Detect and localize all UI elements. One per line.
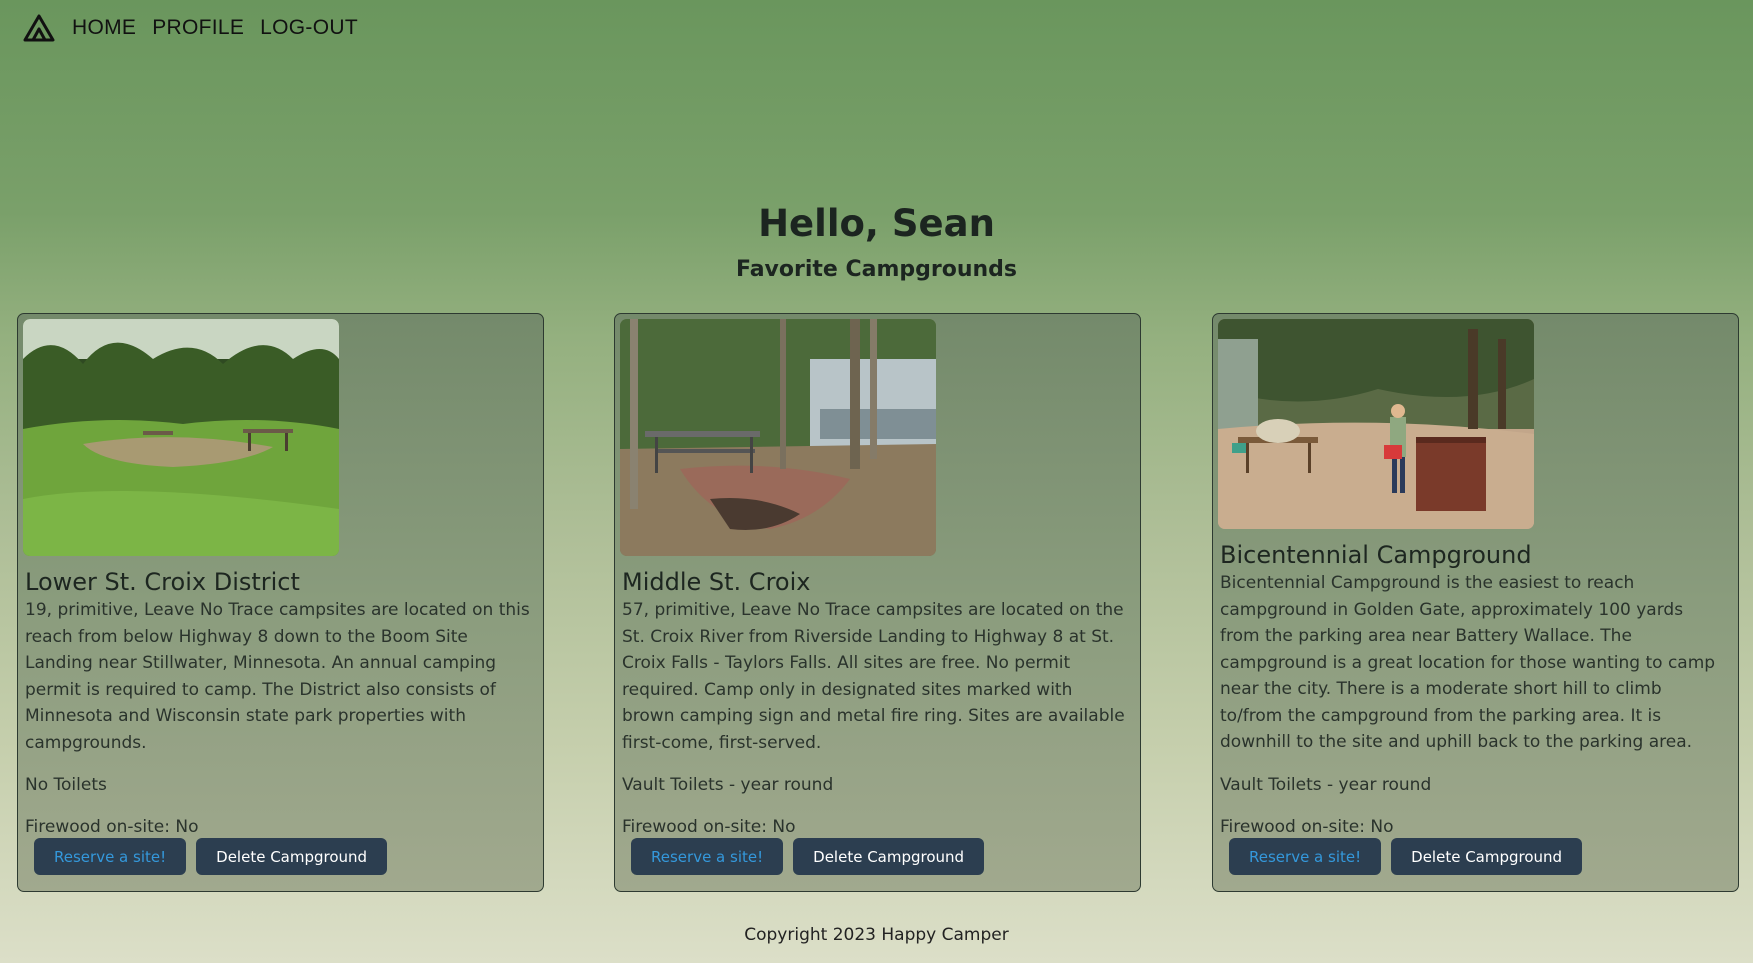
top-nav: HOME PROFILE LOG-OUT bbox=[22, 8, 358, 48]
campground-name: Middle St. Croix bbox=[622, 568, 811, 596]
greeting-heading: Hello, Sean bbox=[758, 202, 995, 245]
nav-home-link[interactable]: HOME bbox=[72, 8, 136, 48]
campground-description: 19, primitive, Leave No Trace campsites … bbox=[25, 600, 530, 753]
firewood-info: Firewood on-site: No bbox=[1220, 816, 1394, 837]
firewood-info: Firewood on-site: No bbox=[622, 817, 796, 837]
delete-campground-button[interactable]: Delete Campground bbox=[1391, 838, 1583, 875]
campground-description: Bicentennial Campground is the easiest t… bbox=[1220, 573, 1716, 752]
campground-name: Bicentennial Campground bbox=[1220, 541, 1532, 569]
campground-photo bbox=[620, 319, 936, 556]
card-actions: Reserve a site! Delete Campground bbox=[34, 838, 388, 875]
campground-card: Bicentennial Campground Bicentennial Cam… bbox=[1212, 313, 1739, 892]
nav-logout-link[interactable]: LOG-OUT bbox=[260, 8, 358, 48]
campground-name: Lower St. Croix District bbox=[25, 568, 300, 596]
card-actions: Reserve a site! Delete Campground bbox=[631, 838, 985, 875]
delete-campground-button[interactable]: Delete Campground bbox=[196, 838, 388, 875]
reserve-site-button[interactable]: Reserve a site! bbox=[631, 838, 784, 875]
campground-photo bbox=[23, 319, 339, 556]
copyright-footer: Copyright 2023 Happy Camper bbox=[744, 925, 1009, 945]
toilets-info: No Toilets bbox=[25, 775, 107, 795]
campground-photo bbox=[1218, 319, 1534, 529]
card-actions: Reserve a site! Delete Campground bbox=[1229, 838, 1583, 875]
reserve-site-button[interactable]: Reserve a site! bbox=[34, 838, 187, 875]
toilets-info: Vault Toilets - year round bbox=[1220, 774, 1432, 795]
reserve-site-button[interactable]: Reserve a site! bbox=[1229, 838, 1382, 875]
delete-campground-button[interactable]: Delete Campground bbox=[793, 838, 985, 875]
nav-profile-link[interactable]: PROFILE bbox=[152, 8, 244, 48]
campground-card: Middle St. Croix 57, primitive, Leave No… bbox=[614, 313, 1141, 892]
campground-card: Lower St. Croix District 19, primitive, … bbox=[17, 313, 544, 892]
tent-logo-icon[interactable] bbox=[22, 13, 56, 43]
toilets-info: Vault Toilets - year round bbox=[622, 775, 834, 795]
campground-description: 57, primitive, Leave No Trace campsites … bbox=[622, 600, 1125, 753]
firewood-info: Firewood on-site: No bbox=[25, 817, 199, 837]
favorites-heading: Favorite Campgrounds bbox=[735, 257, 1018, 282]
